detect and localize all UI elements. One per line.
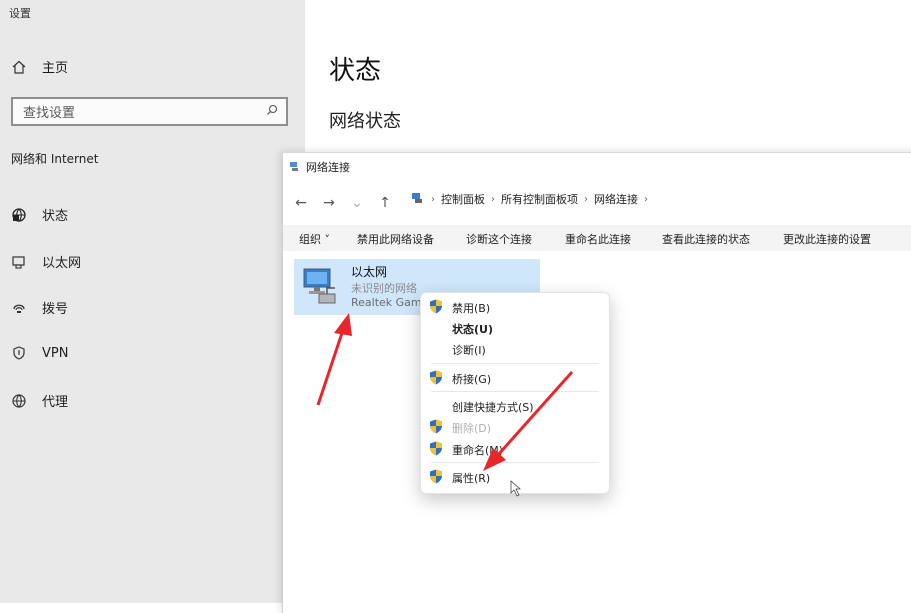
red-arrow-icon	[483, 371, 574, 471]
annotation-overlay	[316, 313, 574, 497]
red-arrow-icon	[316, 313, 352, 406]
mouse-cursor-icon	[510, 480, 522, 497]
